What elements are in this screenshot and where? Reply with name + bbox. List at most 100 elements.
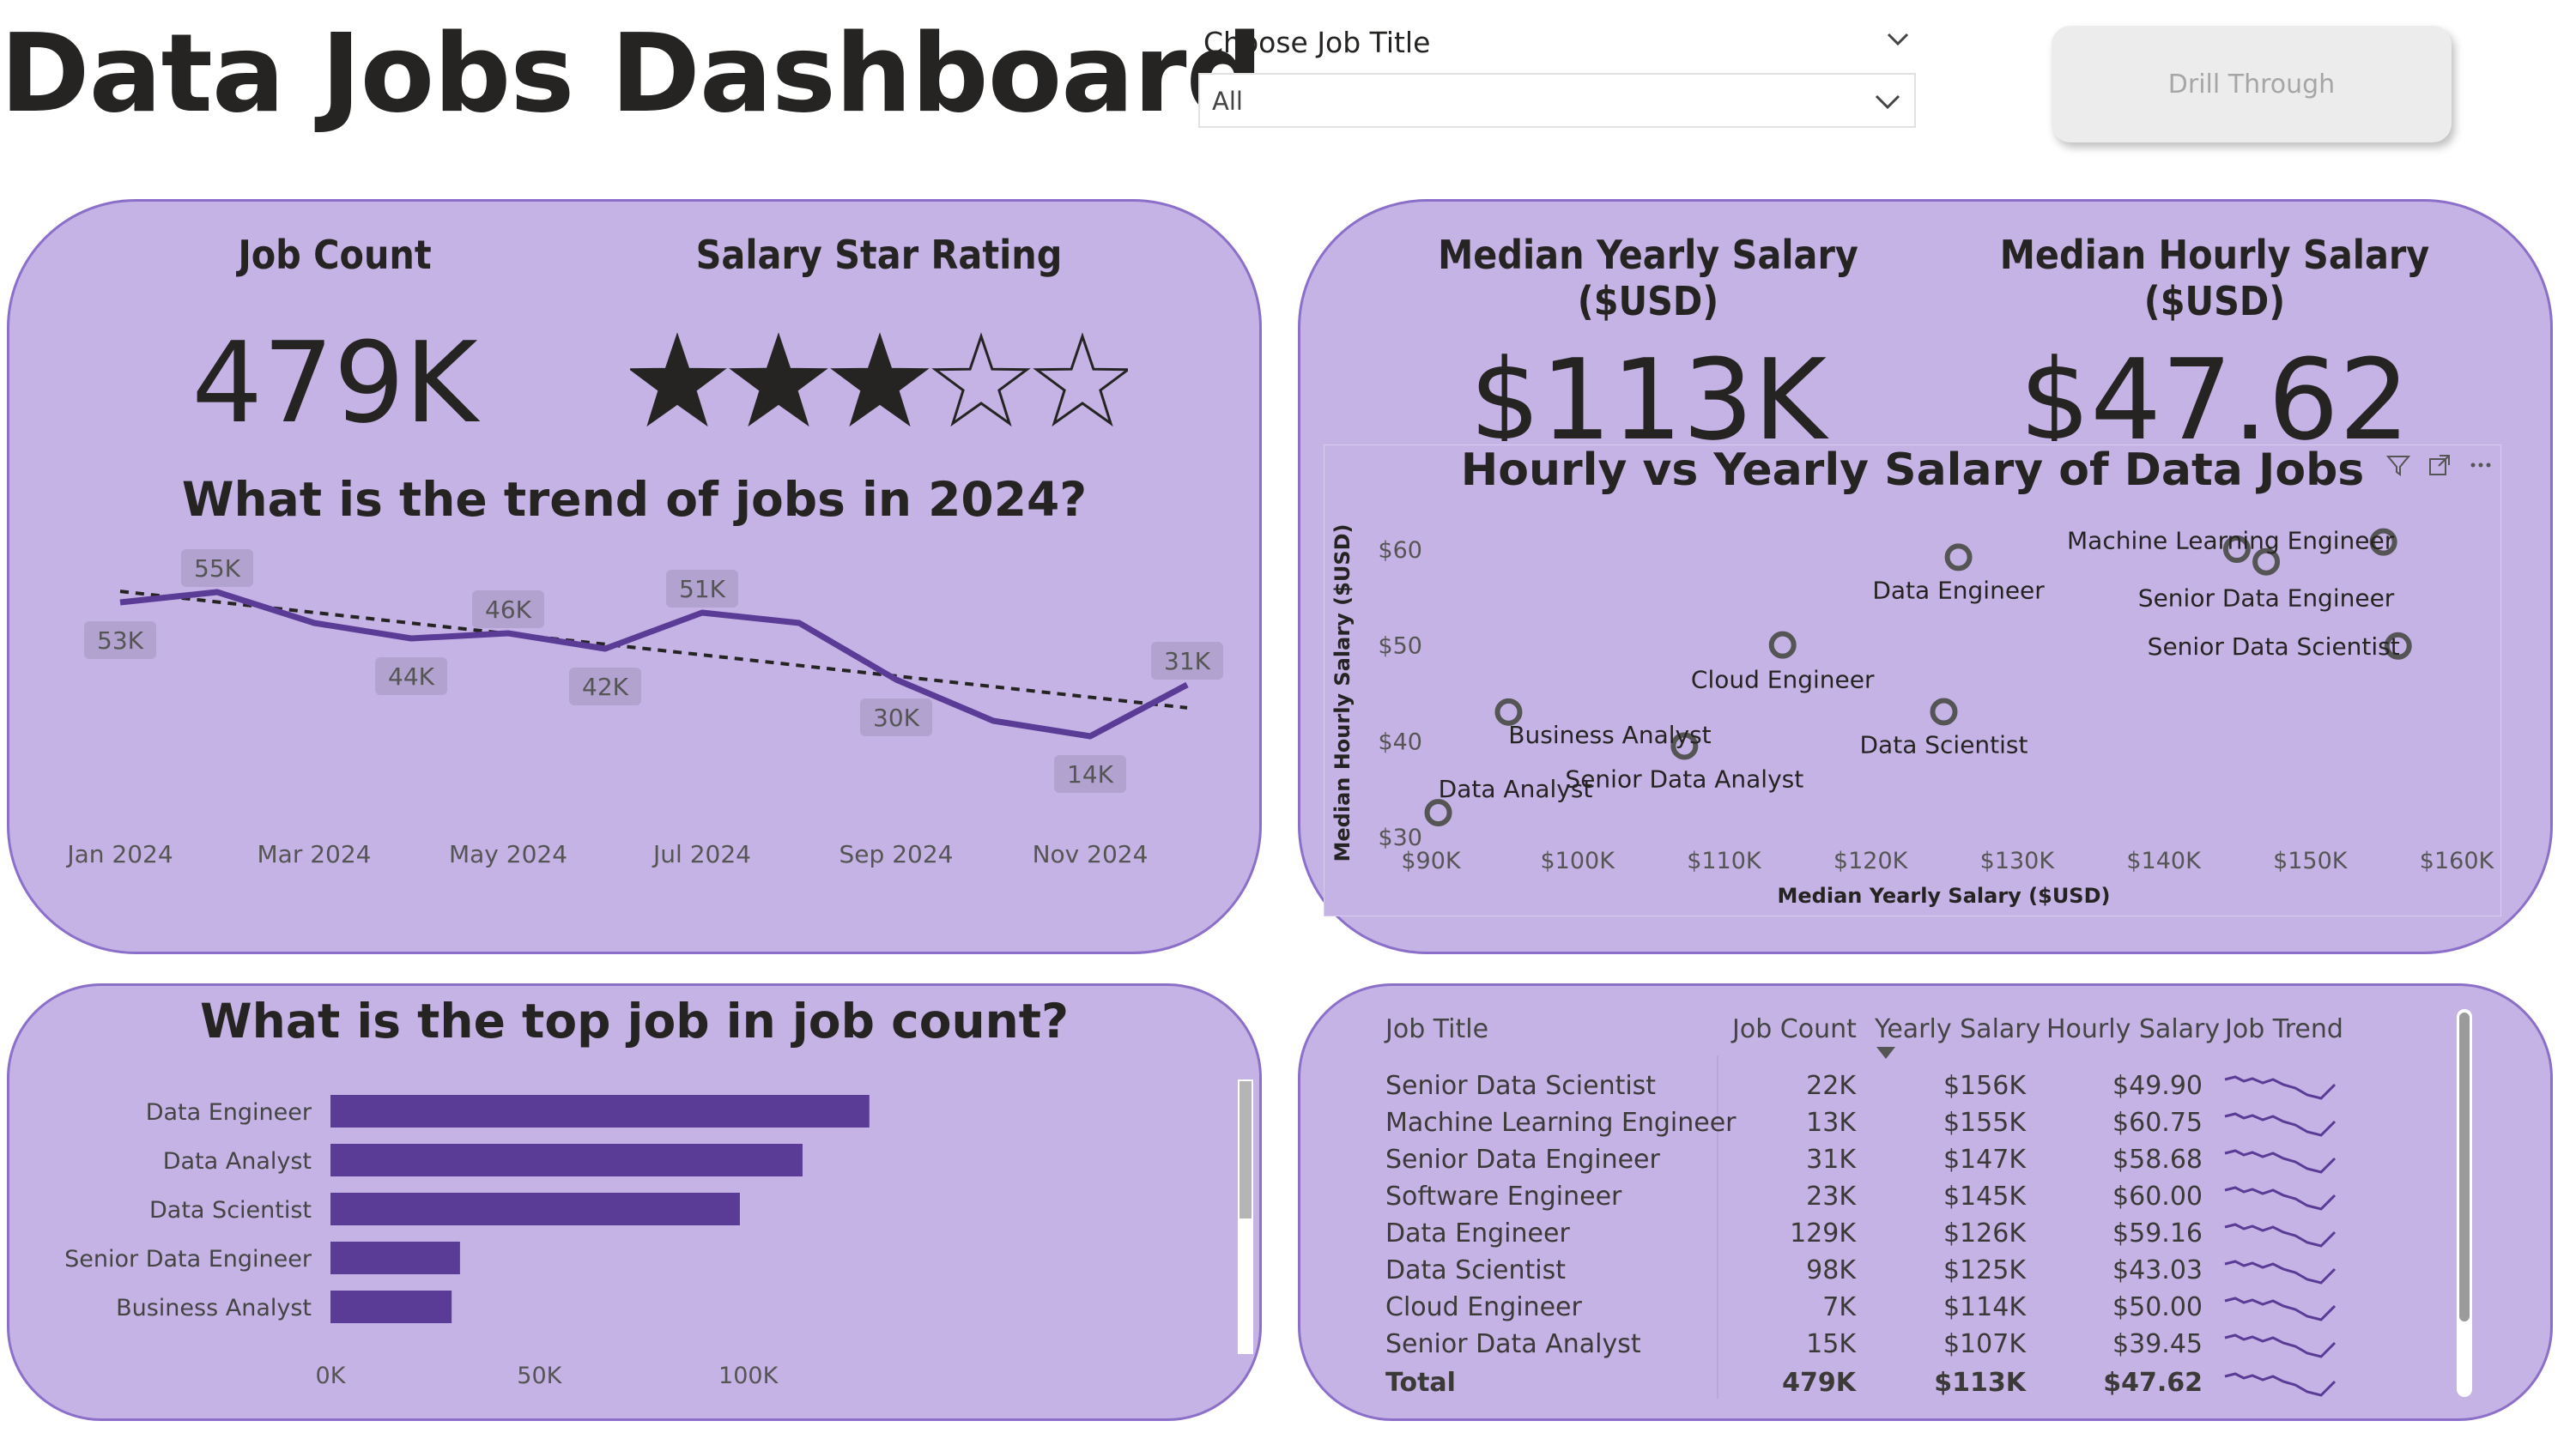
salary-scatter-chart[interactable]: $90K $100K $110K $120K $130K $140K $150K $160K $…: [1324, 506, 2501, 916]
table-row-count: 15K: [1806, 1329, 1856, 1359]
scrollbar-track[interactable]: [1238, 1079, 1253, 1354]
x-tick-label: $100K: [1541, 848, 1616, 874]
table-row-yearly: $114K: [1943, 1292, 2026, 1322]
data-label: 51K: [666, 570, 738, 608]
filter-icon[interactable]: [2385, 451, 2412, 479]
table-total-row-count: 479K: [1782, 1368, 1856, 1398]
dropdown-value: All: [1212, 87, 1243, 116]
star-rating-label: Salary Star Rating: [695, 232, 1063, 278]
chevron-down-icon[interactable]: [1885, 26, 1911, 51]
data-label-text: 31K: [1164, 647, 1211, 675]
top-jobs-bar-chart[interactable]: Data Engineer Data Analyst Data Scientist S…: [34, 1073, 1219, 1399]
hourly-salary-label: Median Hourly Salary: [1999, 232, 2430, 278]
hourly-salary-value: $47.62: [2019, 335, 2410, 441]
job-trend-sparkline: [2224, 1372, 2337, 1397]
table-row-yearly: $156K: [1943, 1071, 2026, 1101]
star-empty-icon: [931, 332, 1031, 427]
column-header[interactable]: Yearly Salary: [1875, 1014, 2040, 1044]
bar: [330, 1291, 452, 1323]
drill-through-button[interactable]: Drill Through: [2052, 26, 2452, 142]
y-tick-label: $30: [1378, 825, 1422, 851]
star-filled-icon: [627, 332, 727, 427]
x-tick-label: $140K: [2126, 848, 2202, 874]
x-axis-title: Median Yearly Salary ($USD): [1778, 884, 2111, 908]
focus-mode-icon[interactable]: [2426, 451, 2453, 479]
bar-category-label: Data Analyst: [163, 1148, 312, 1175]
table-row-yearly: $147K: [1943, 1145, 2026, 1175]
bar: [330, 1193, 740, 1225]
table-row-count: 7K: [1822, 1292, 1856, 1322]
job-trend-sparkline: [2224, 1075, 2337, 1100]
point-label: Machine Learning Engineer: [2067, 527, 2395, 555]
table-row-count: 13K: [1806, 1108, 1856, 1138]
point-label: Data Engineer: [1872, 576, 2045, 604]
table-row-title: Software Engineer: [1385, 1182, 1622, 1212]
bar: [330, 1242, 460, 1274]
scrollbar-thumb[interactable]: [1240, 1081, 1252, 1218]
star-empty-icon: [1033, 332, 1132, 427]
x-tick-label: May 2024: [449, 840, 567, 868]
x-tick-label: 100K: [718, 1363, 779, 1389]
table-row-hourly: $60.75: [2112, 1108, 2203, 1138]
sparkline-path: [2224, 1333, 2337, 1358]
table-row-yearly: $145K: [1943, 1182, 2026, 1212]
bar-category-label: Business Analyst: [116, 1295, 312, 1321]
table-scrollbar-thumb[interactable]: [2459, 1013, 2470, 1321]
data-label-text: 30K: [873, 704, 920, 732]
scatter-point: [1768, 631, 1797, 659]
x-tick-label: 0K: [316, 1363, 347, 1389]
data-label: 55K: [181, 549, 253, 587]
scatter-point: [1944, 543, 1973, 571]
yearly-salary-value: $113K: [1469, 335, 1827, 441]
point-label: Cloud Engineer: [1691, 666, 1875, 694]
table-row-title: Machine Learning Engineer: [1385, 1108, 1737, 1138]
table-row-count: 22K: [1806, 1071, 1856, 1101]
table-row-yearly: $126K: [1943, 1218, 2026, 1249]
point-label: Business Analyst: [1508, 721, 1711, 749]
chevron-down-icon: [1875, 94, 1900, 110]
table-row-title: Senior Data Analyst: [1385, 1329, 1641, 1359]
column-header[interactable]: Job Count: [1732, 1014, 1857, 1044]
sort-arrow: [1876, 1047, 1895, 1059]
x-tick-label: $120K: [1834, 848, 1909, 874]
data-label: 53K: [84, 621, 156, 659]
sparkline-path: [2224, 1297, 2337, 1321]
bar: [330, 1095, 870, 1128]
table-scrollbar-track[interactable]: [2457, 1009, 2472, 1397]
page-title: Data Jobs Dashboard: [0, 10, 1264, 136]
sparkline-path: [2224, 1186, 2337, 1211]
table-row-title: Cloud Engineer: [1385, 1292, 1582, 1322]
data-label-text: 55K: [194, 554, 241, 583]
job-trend-sparkline: [2224, 1149, 2337, 1174]
x-tick-label: Sep 2024: [839, 840, 954, 868]
bar-category-label: Senior Data Engineer: [64, 1246, 312, 1273]
more-options-icon[interactable]: [2467, 451, 2494, 479]
sparkline-path: [2224, 1223, 2337, 1248]
data-label: 42K: [569, 668, 641, 705]
job-trend-sparkline: [2224, 1260, 2337, 1285]
sparkline-path: [2224, 1149, 2337, 1174]
column-header[interactable]: Job Trend: [2225, 1014, 2343, 1044]
column-header[interactable]: Hourly Salary: [2046, 1014, 2220, 1044]
job-table[interactable]: Job Title Job Count Yearly Salary Hourly Sa…: [1373, 1004, 2386, 1407]
y-tick-label: $60: [1378, 537, 1422, 564]
bar: [330, 1144, 803, 1176]
star-rating: [627, 326, 1132, 438]
sparkline-path: [2224, 1260, 2337, 1285]
x-tick-label: Jan 2024: [65, 840, 173, 868]
table-row-hourly: $49.90: [2112, 1071, 2203, 1101]
job-trend-line-chart[interactable]: 53K 55K 44K 46K 42K 51K 30K 14K 31K Jan 2024 Mar 2…: [52, 549, 1245, 884]
table-row-count: 23K: [1806, 1182, 1856, 1212]
hourly-salary-unit: ($USD): [2143, 278, 2286, 324]
table-row-hourly: $39.45: [2112, 1329, 2203, 1359]
job-title-dropdown[interactable]: All: [1198, 73, 1916, 128]
table-row-title: Senior Data Scientist: [1385, 1071, 1657, 1101]
column-header[interactable]: Job Title: [1385, 1014, 1488, 1044]
scatter-chart-title: Hourly vs Yearly Salary of Data Jobs: [1460, 444, 2365, 496]
data-label-text: 42K: [582, 673, 629, 701]
star-filled-icon: [830, 332, 930, 427]
job-trend-sparkline: [2224, 1112, 2337, 1137]
point-label: Senior Data Engineer: [2138, 584, 2395, 613]
x-tick-label: Mar 2024: [258, 840, 372, 868]
x-tick-label: Nov 2024: [1033, 840, 1149, 868]
